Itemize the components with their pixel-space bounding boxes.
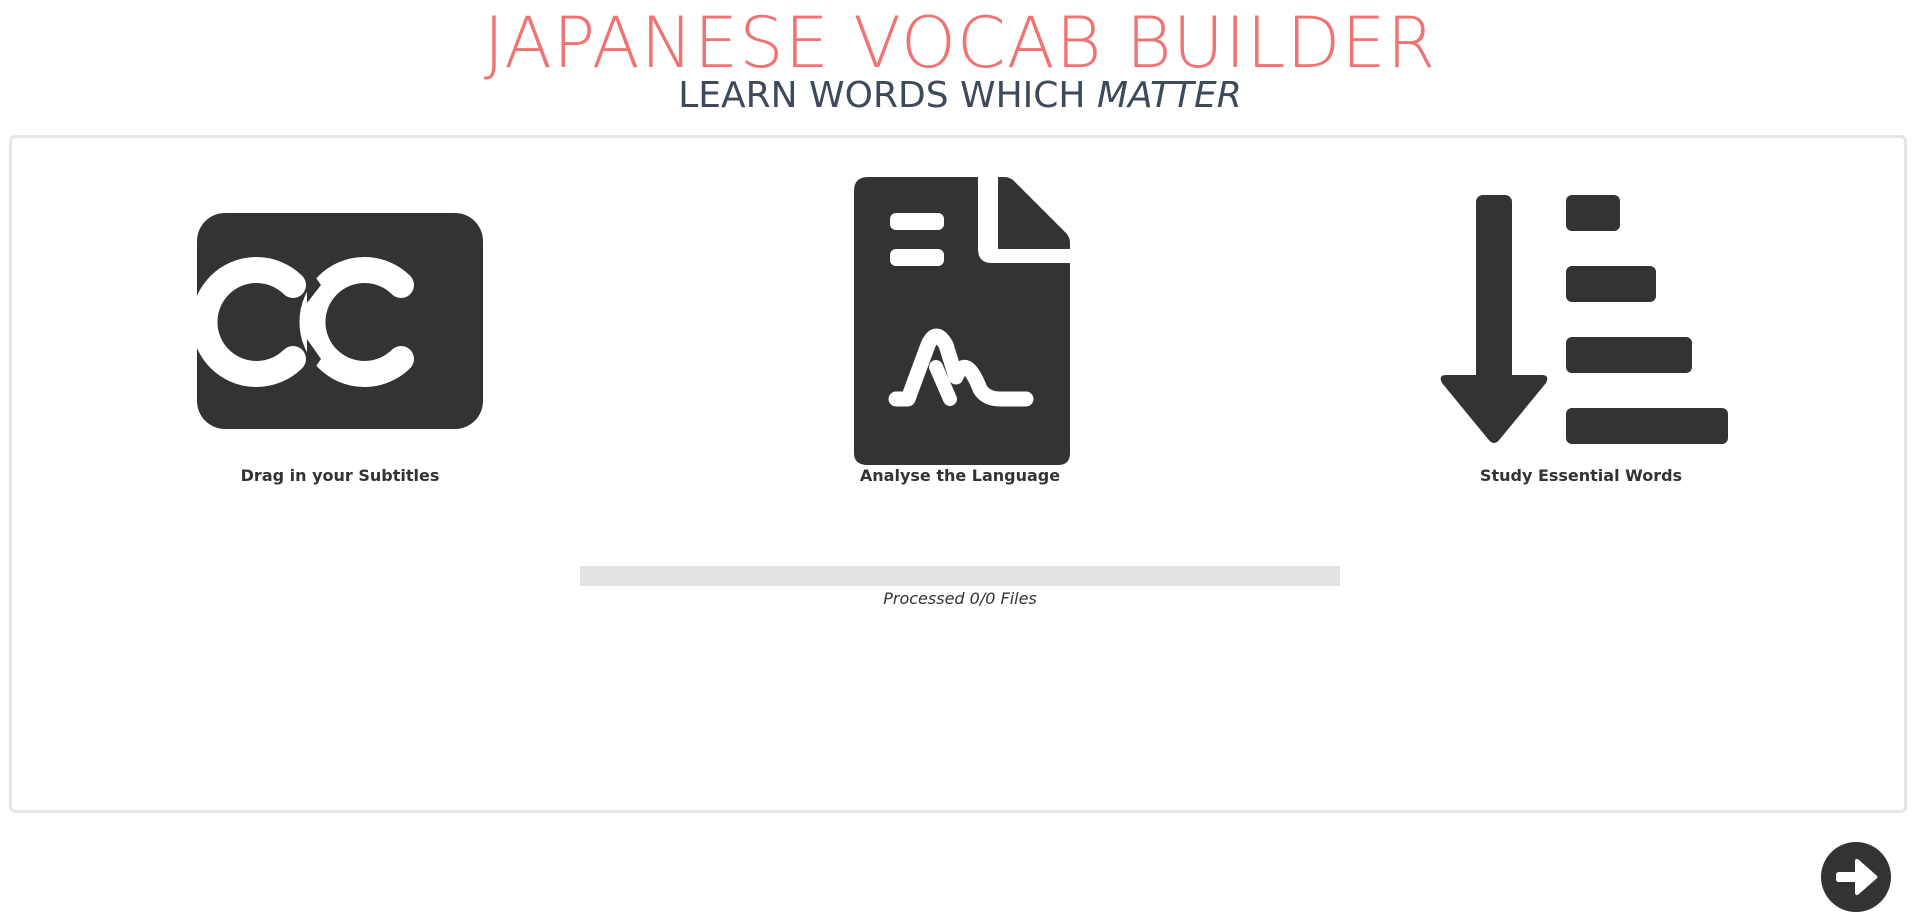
drop-zone-panel[interactable]: Drag in your Subtitles Analyse the Langu… — [9, 135, 1907, 813]
step-label: Drag in your Subtitles — [240, 466, 440, 485]
app-subtitle: LEARN WORDS WHICH MATTER — [0, 74, 1920, 118]
sort-descending-icon — [1440, 195, 1730, 455]
closed-captions-icon — [191, 213, 483, 433]
app-title: JAPANESE VOCAB BUILDER — [483, 2, 1437, 84]
subtitle-emphasis: MATTER — [1096, 75, 1242, 116]
subtitle-text: LEARN WORDS WHICH — [678, 75, 1097, 116]
progress-bar — [580, 566, 1340, 586]
progress-status: Processed 0/0 Files — [883, 589, 1037, 608]
step-label: Analyse the Language — [859, 466, 1061, 485]
signed-document-icon — [854, 177, 1070, 469]
arrow-right-icon — [1836, 858, 1878, 896]
next-button[interactable] — [1821, 842, 1891, 912]
step-label: Study Essential Words — [1479, 466, 1683, 485]
